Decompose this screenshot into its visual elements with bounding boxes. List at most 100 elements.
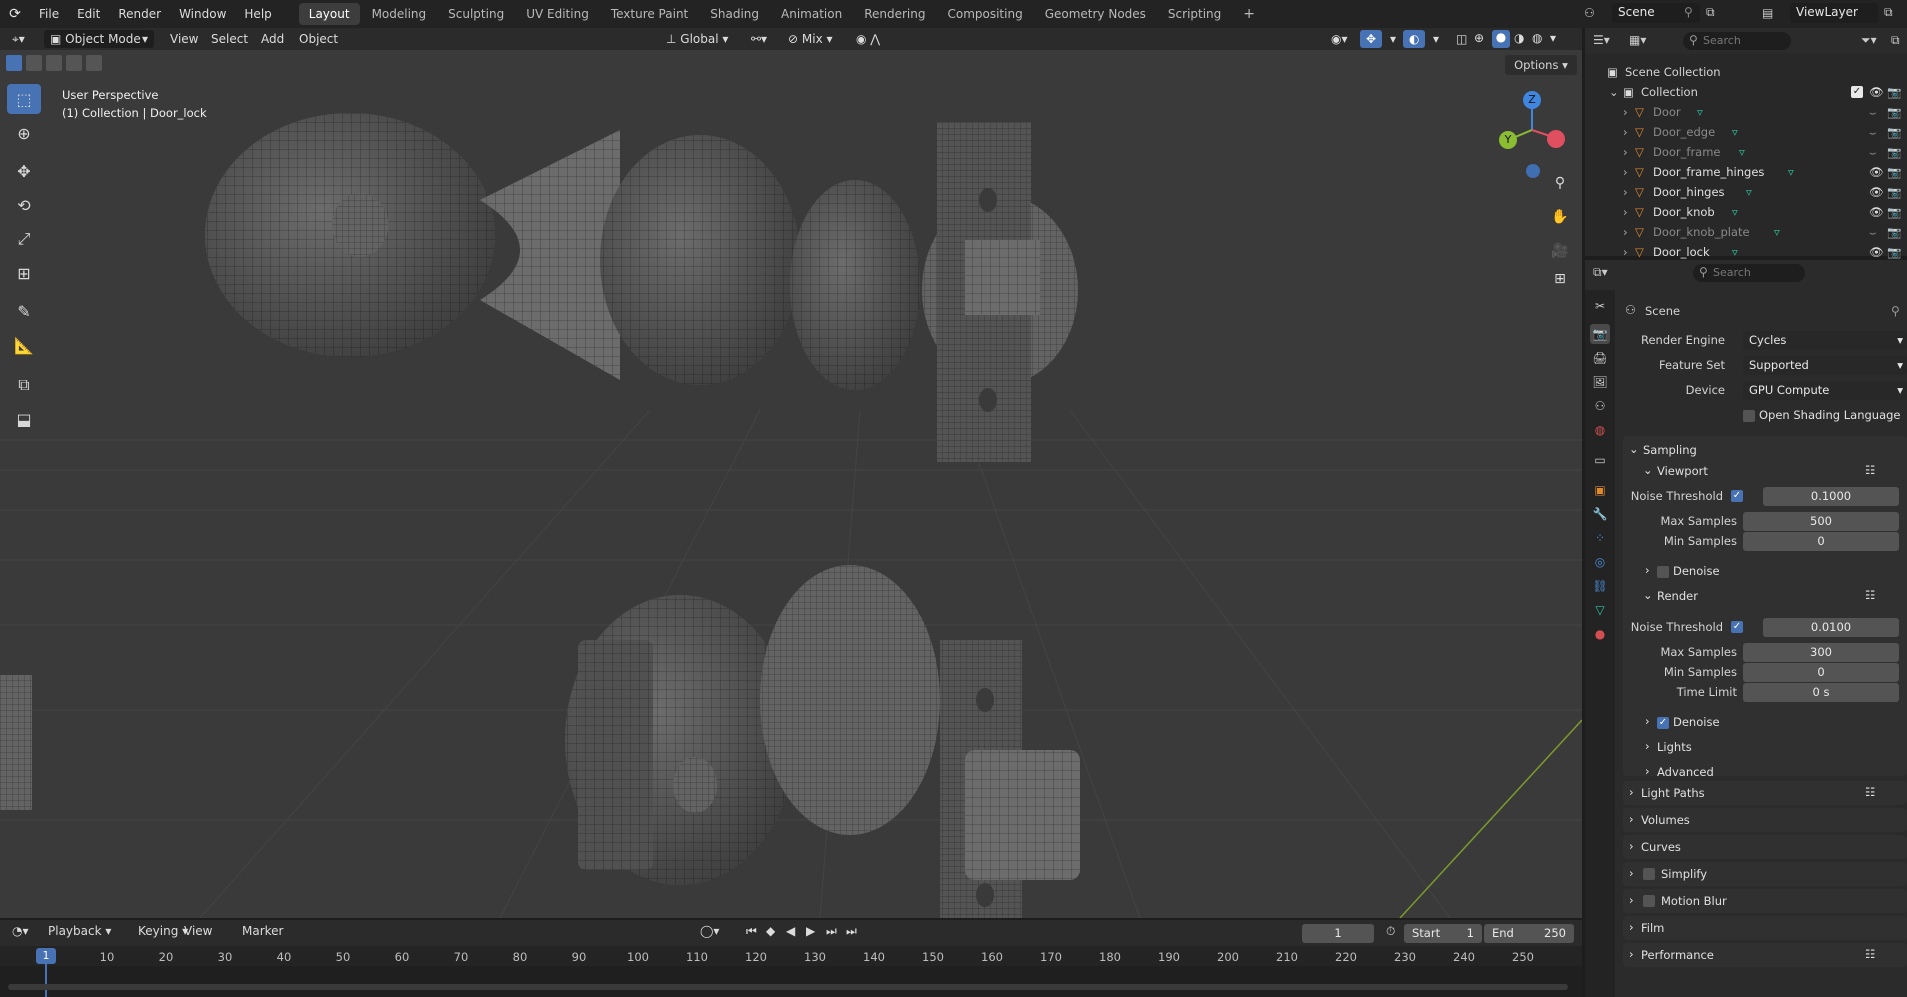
solid-shading-icon[interactable]: ● — [1492, 30, 1510, 48]
tab-compositing[interactable]: Compositing — [937, 3, 1032, 25]
render-tab-icon[interactable]: 📷 — [1590, 324, 1610, 344]
options-button[interactable]: Options ▾ — [1505, 55, 1577, 75]
new-view-layer-icon[interactable]: ⧉ — [1884, 5, 1893, 20]
render-noise-threshold-checkbox[interactable]: ✓ — [1731, 621, 1743, 633]
tab-texture-paint[interactable]: Texture Paint — [601, 3, 698, 25]
chevron-down-icon[interactable]: ⌄ — [1609, 82, 1619, 102]
gizmo-dropdown-icon[interactable]: ▾ — [1384, 30, 1402, 48]
rendered-shading-icon[interactable]: ◍ — [1532, 31, 1542, 45]
chevron-right-icon[interactable]: › — [1629, 866, 1634, 880]
viewport-subheader[interactable]: Viewport — [1657, 464, 1708, 478]
chevron-right-icon[interactable]: › — [1623, 202, 1628, 222]
panel-checkbox[interactable] — [1643, 868, 1655, 880]
end-frame-field[interactable]: End 250 — [1484, 924, 1574, 943]
render-noise-threshold-field[interactable]: 0.0100 — [1763, 618, 1899, 637]
properties-search[interactable]: ⚲ Search — [1693, 264, 1805, 282]
chevron-right-icon[interactable]: › — [1623, 182, 1628, 202]
gizmo-y[interactable]: Y — [1499, 131, 1517, 149]
checkbox-icon[interactable]: ✓ — [1851, 86, 1863, 98]
tab-shading[interactable]: Shading — [700, 3, 769, 25]
menu-view[interactable]: View — [164, 30, 204, 48]
render-min-samples-field[interactable]: 0 — [1743, 663, 1899, 682]
panel-light-paths[interactable]: › Light Paths ☷ — [1623, 781, 1907, 805]
outliner-item[interactable]: › ▽ Door ▿ ⌣ 📷 — [1585, 102, 1907, 122]
view-layer-name[interactable]: ViewLayer — [1796, 5, 1858, 19]
feature-set-dropdown[interactable]: Supported ▾ — [1743, 356, 1907, 375]
chevron-right-icon[interactable]: › — [1629, 893, 1634, 907]
timeline-body[interactable]: 1 10 20 30 40 50 60 70 80 90 100 110 120 130 140 150 16… — [0, 946, 1582, 997]
mode-selector[interactable]: ▣ Object Mode ▾ — [44, 30, 154, 48]
select-subtract-icon[interactable] — [46, 55, 62, 71]
view-layer-tab-icon[interactable]: 🖼 — [1590, 372, 1610, 392]
panel-curves[interactable]: › Curves — [1623, 835, 1907, 859]
chevron-right-icon[interactable]: › — [1629, 812, 1634, 826]
eye-icon[interactable]: 👁 — [1869, 162, 1884, 182]
camera-icon[interactable]: 📷 — [1887, 242, 1901, 262]
new-scene-icon[interactable]: ⧉ — [1706, 5, 1715, 20]
render-subheader[interactable]: Render — [1657, 589, 1698, 603]
tab-layout[interactable]: Layout — [298, 3, 360, 25]
play-reverse-icon[interactable]: ◀ — [780, 922, 801, 940]
add-workspace-button[interactable]: + — [1233, 3, 1265, 25]
viewport-denoise-label[interactable]: Denoise — [1673, 564, 1720, 578]
snap-selector[interactable]: ⊘ Mix ▾ — [782, 30, 839, 48]
menu-edit[interactable]: Edit — [68, 0, 109, 28]
select-extend-icon[interactable] — [26, 55, 42, 71]
cursor-icon[interactable]: ⊕ — [7, 118, 41, 148]
annotate-icon[interactable]: ✎ — [7, 296, 41, 326]
device-dropdown[interactable]: GPU Compute ▾ — [1743, 381, 1907, 400]
panel-checkbox[interactable] — [1643, 895, 1655, 907]
material-shading-icon[interactable]: ◑ — [1514, 31, 1524, 45]
menu-object[interactable]: Object — [293, 30, 344, 48]
prev-keyframe-icon[interactable]: ◆ — [760, 922, 781, 940]
particles-tab-icon[interactable]: ⁘ — [1590, 528, 1610, 548]
overlay-toggle-icon[interactable]: ◐ — [1403, 30, 1426, 48]
chevron-right-icon[interactable]: › — [1629, 947, 1634, 961]
eye-icon[interactable]: ⌣ — [1869, 122, 1877, 142]
chevron-down-icon[interactable]: ⌄ — [1629, 442, 1639, 456]
gizmo-toggle-icon[interactable]: ✥ — [1360, 30, 1383, 48]
camera-icon[interactable]: 📷 — [1887, 202, 1901, 222]
new-collection-icon[interactable]: ⧉ — [1891, 33, 1900, 48]
outliner-item[interactable]: › ▽ Door_lock ▿ 👁 📷 — [1585, 242, 1907, 262]
chevron-right-icon[interactable]: › — [1623, 142, 1628, 162]
wireframe-shading-icon[interactable]: ⊕ — [1474, 31, 1484, 45]
start-frame-field[interactable]: Start 1 — [1404, 924, 1482, 943]
editor-type-icon[interactable]: ⌖▾ — [6, 30, 31, 48]
physics-tab-icon[interactable]: ◎ — [1590, 552, 1610, 572]
blender-logo-icon[interactable]: ⟳ — [0, 6, 30, 22]
constraints-tab-icon[interactable]: ⛓ — [1590, 576, 1610, 596]
tool-tab-icon[interactable]: ✂ — [1590, 296, 1610, 316]
pin-icon[interactable]: ⚲ — [1684, 5, 1693, 19]
outliner-search[interactable]: ⚲ Search — [1683, 32, 1791, 50]
chevron-right-icon[interactable]: › — [1645, 563, 1650, 577]
tab-uv-editing[interactable]: UV Editing — [516, 3, 599, 25]
viewport-canvas[interactable] — [0, 50, 1582, 918]
eye-icon[interactable]: 👁 — [1869, 82, 1884, 102]
add-cube-icon[interactable]: ⧉ — [7, 370, 41, 400]
timeline-scrollbar[interactable] — [8, 984, 1568, 990]
chevron-right-icon[interactable]: › — [1629, 785, 1634, 799]
camera-icon[interactable]: 🎥 — [1547, 238, 1573, 264]
chevron-right-icon[interactable]: › — [1623, 162, 1628, 182]
tab-rendering[interactable]: Rendering — [854, 3, 935, 25]
move-icon[interactable]: ✥ — [7, 156, 41, 186]
list-icon[interactable]: ☷ — [1865, 947, 1875, 961]
auto-keying-icon[interactable]: ◯▾ — [694, 922, 725, 940]
menu-select[interactable]: Select — [205, 30, 254, 48]
chevron-right-icon[interactable]: › — [1645, 739, 1650, 753]
material-tab-icon[interactable]: ● — [1590, 624, 1610, 644]
outliner-item[interactable]: › ▽ Door_frame ▿ ⌣ 📷 — [1585, 142, 1907, 162]
outliner-item[interactable]: › ▽ Door_edge ▿ ⌣ 📷 — [1585, 122, 1907, 142]
gizmo-neg-z[interactable] — [1526, 164, 1540, 178]
output-tab-icon[interactable]: 🖨 — [1590, 348, 1610, 368]
pan-icon[interactable]: ✋ — [1547, 204, 1573, 230]
camera-icon[interactable]: 📷 — [1887, 122, 1901, 142]
menu-add[interactable]: Add — [255, 30, 290, 48]
outliner-item[interactable]: › ▽ Door_knob ▿ 👁 📷 — [1585, 202, 1907, 222]
outliner-collection[interactable]: ⌄ ▣ Collection ✓ 👁 📷 — [1585, 82, 1907, 102]
chevron-right-icon[interactable]: › — [1623, 222, 1628, 242]
panel-simplify[interactable]: › Simplify — [1623, 862, 1907, 886]
menu-help[interactable]: Help — [235, 0, 280, 28]
chevron-right-icon[interactable]: › — [1629, 839, 1634, 853]
